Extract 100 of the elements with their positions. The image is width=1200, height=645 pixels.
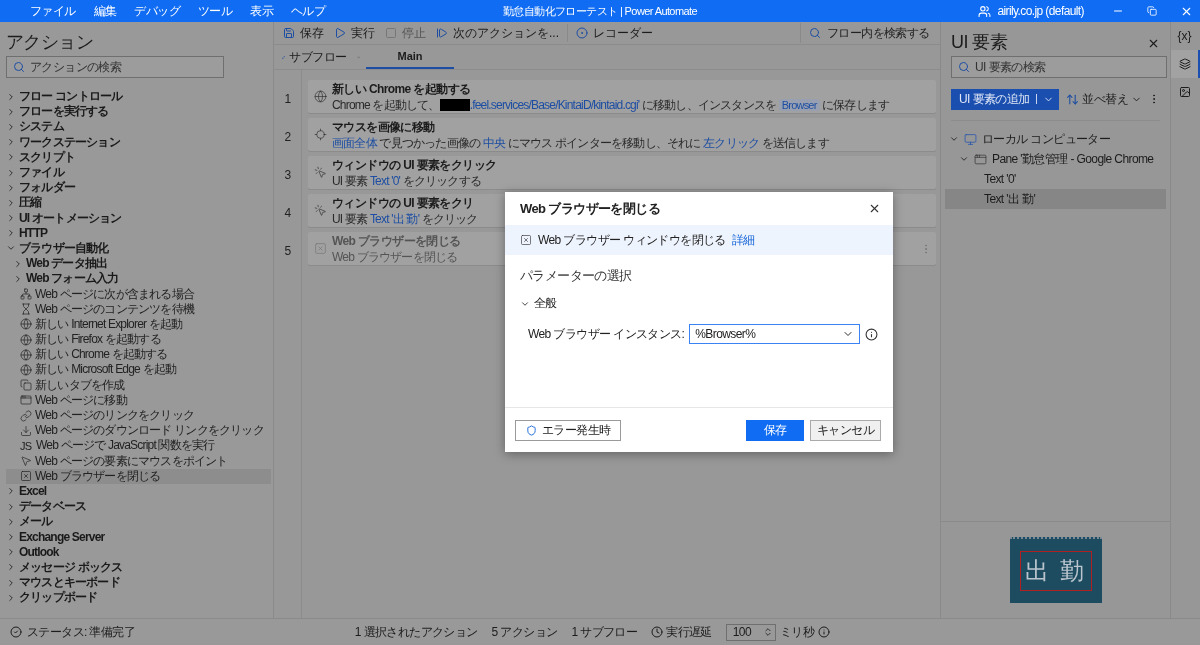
monitor-icon xyxy=(964,132,977,146)
description-text: をクリックする xyxy=(401,172,481,190)
action-card[interactable]: 新しい Chrome を起動する Chrome を起動して、 .feel.services/Base/KintaiD/kintaid.cgi' に移動し、インスタンスを Browser に保存します xyxy=(308,80,936,113)
action-tree-item[interactable]: メッセージ ボックス xyxy=(6,559,271,575)
globe-icon xyxy=(20,333,32,346)
action-tree-item[interactable]: フォルダー xyxy=(6,180,271,196)
action-tree-item[interactable]: 新しい Internet Explorer を起動 xyxy=(6,316,271,332)
menu-item[interactable]: ファイル xyxy=(30,2,76,20)
action-tree-item[interactable]: マウスとキーボード xyxy=(6,575,271,591)
parameter-link[interactable]: .feel.services/Base/KintaiD/kintaid.cgi' xyxy=(469,98,640,112)
action-tree-item[interactable]: 圧縮 xyxy=(6,195,271,211)
cancel-button[interactable]: キャンセル xyxy=(810,419,881,441)
account-name: airily.co.jp (default) xyxy=(997,4,1084,18)
shield-icon xyxy=(526,424,537,436)
action-tree-item[interactable]: Web ページのダウンロード リンクをクリック xyxy=(6,423,271,439)
globe-icon xyxy=(20,363,32,376)
parameter-link[interactable]: Text '0' xyxy=(369,174,401,188)
ui-element-item[interactable]: Text '出 勤' xyxy=(945,189,1166,209)
delay-field[interactable]: 100 xyxy=(725,623,776,641)
line-number: 3 xyxy=(284,168,291,182)
line-number: 1 xyxy=(284,92,291,106)
action-tree-item[interactable]: ブラウザー自動化 xyxy=(6,240,271,257)
action-tree-item[interactable]: Web ブラウザーを閉じる xyxy=(6,468,271,484)
action-tree-item[interactable]: Excel xyxy=(6,483,271,500)
action-tree-item[interactable]: システム xyxy=(6,119,271,135)
toolbar-button[interactable]: 保存 xyxy=(278,23,329,43)
action-tree-item[interactable]: 新しい Firefox を起動する xyxy=(6,332,271,348)
menu-item[interactable]: 表示 xyxy=(250,2,274,20)
selected-count: 1 選択されたアクション xyxy=(354,623,478,641)
search-field[interactable]: アクションの検索 xyxy=(6,56,224,78)
clock-icon xyxy=(651,626,664,638)
add-ui-element-button[interactable]: UI 要素の追加 xyxy=(951,88,1059,110)
action-tree-item[interactable]: Web ページに次が含まれる場合 xyxy=(6,286,271,302)
action-card[interactable]: マウスを画像に移動 画面全体 で見つかった画像の 中央 にマウス ポインターを移動し、それに 左クリック を送信します xyxy=(308,118,936,151)
menu-item[interactable]: 編集 xyxy=(93,2,117,20)
sort-button[interactable]: 並べ替え xyxy=(1066,90,1142,108)
globe-icon xyxy=(20,318,32,331)
sort-icon xyxy=(1066,92,1080,106)
browser-select[interactable]: %Browser% xyxy=(689,324,860,344)
action-tree-item[interactable]: ワークステーション xyxy=(6,134,271,150)
parameter-link[interactable]: 画面全体 xyxy=(332,134,377,152)
action-tree-item[interactable]: Outlook xyxy=(6,544,271,560)
toolbar-button[interactable]: 次のアクションを... xyxy=(431,23,564,43)
save-button[interactable]: 保存 xyxy=(746,419,804,441)
action-tree-item[interactable]: メール xyxy=(6,514,271,530)
crosshair-icon xyxy=(314,128,327,141)
menu-item[interactable]: ツール xyxy=(198,2,233,20)
on-error-button[interactable]: エラー発生時 xyxy=(515,419,622,441)
action-tree-item[interactable]: Web フォーム入力 xyxy=(6,271,271,287)
action-tree-item[interactable]: クリップボード xyxy=(6,590,271,606)
details-link[interactable]: 詳細 xyxy=(731,231,755,249)
action-title: ウィンドウの UI 要素をクリック xyxy=(332,156,497,174)
toolbar-button[interactable]: 実行 xyxy=(329,23,380,43)
action-tree-item[interactable]: Web ページのリンクをクリック xyxy=(6,407,271,424)
parameter-link[interactable]: Text '出 勤' xyxy=(369,210,420,228)
menu-item[interactable]: デバッグ xyxy=(134,2,181,20)
parameter-link[interactable]: 中央 xyxy=(482,134,506,152)
action-tree-item[interactable]: Web ページの要素にマウスをポイント xyxy=(6,453,271,469)
action-tree-item[interactable]: フローを実行する xyxy=(6,104,271,120)
action-tree-item[interactable]: 新しい Microsoft Edge を起動 xyxy=(6,362,271,378)
flow-tab[interactable]: Main xyxy=(366,45,454,69)
action-tree-item[interactable]: Web ページのコンテンツを待機 xyxy=(6,301,271,317)
side-rail-button[interactable]: {x} xyxy=(1171,22,1200,50)
action-tree-item[interactable]: Exchange Server xyxy=(6,529,271,545)
group-toggle[interactable]: 全般 xyxy=(520,295,557,312)
window-title: 勤怠自動化フローテスト | Power Automate xyxy=(503,4,697,19)
search-icon xyxy=(13,61,25,73)
action-title: 新しい Chrome を起動する xyxy=(332,80,471,98)
click-icon xyxy=(314,166,327,179)
action-card[interactable]: ウィンドウの UI 要素をクリック UI 要素 Text '0' をクリックする xyxy=(308,156,936,189)
description-text: を送信します xyxy=(760,134,829,152)
close-box-icon xyxy=(20,470,32,483)
parameter-link[interactable]: 左クリック xyxy=(703,134,760,152)
toolbar-button[interactable]: レコーダー xyxy=(571,23,658,43)
close-button[interactable] xyxy=(868,202,881,215)
action-tree-item[interactable]: Web ページに移動 xyxy=(6,392,271,408)
delay-label: 実行遅延 xyxy=(666,623,712,641)
action-tree-item[interactable]: 新しい Chrome を起動する xyxy=(6,347,271,363)
status-icon xyxy=(10,626,22,638)
subflow-dropdown[interactable]: サブフロー xyxy=(274,45,366,69)
action-tree-item[interactable]: JS Web ページで JavaScript 関数を実行 xyxy=(6,438,271,454)
panel-title: アクション xyxy=(6,31,94,54)
action-tree-item[interactable]: Web データ抽出 xyxy=(6,256,271,272)
action-tree-item[interactable]: HTTP xyxy=(6,225,271,241)
status-text: ステータス: 準備完了 xyxy=(27,623,136,641)
action-tree-item[interactable]: データベース xyxy=(6,499,271,515)
panel-title: UI 要素 xyxy=(951,31,1007,54)
stop-icon xyxy=(385,27,397,39)
side-rail-button[interactable] xyxy=(1171,50,1200,78)
action-tree-item[interactable]: ファイル xyxy=(6,164,271,181)
search-field[interactable]: UI 要素の検索 xyxy=(951,56,1167,78)
action-tree-item[interactable]: スクリプト xyxy=(6,149,271,165)
delay-unit: ミリ秒 xyxy=(779,623,814,641)
menu-item[interactable]: ヘルプ xyxy=(291,2,326,20)
description-text: Web ブラウザーを閉じる xyxy=(332,248,458,266)
action-tree-item[interactable]: フロー コントロール xyxy=(6,89,271,105)
action-tree-item[interactable]: UI オートメーション xyxy=(6,210,271,226)
action-tree-item[interactable]: 新しいタブを作成 xyxy=(6,377,271,393)
description-text: に移動し、インスタンスを xyxy=(640,96,778,114)
dialog-title: Web ブラウザーを閉じる xyxy=(520,199,661,218)
